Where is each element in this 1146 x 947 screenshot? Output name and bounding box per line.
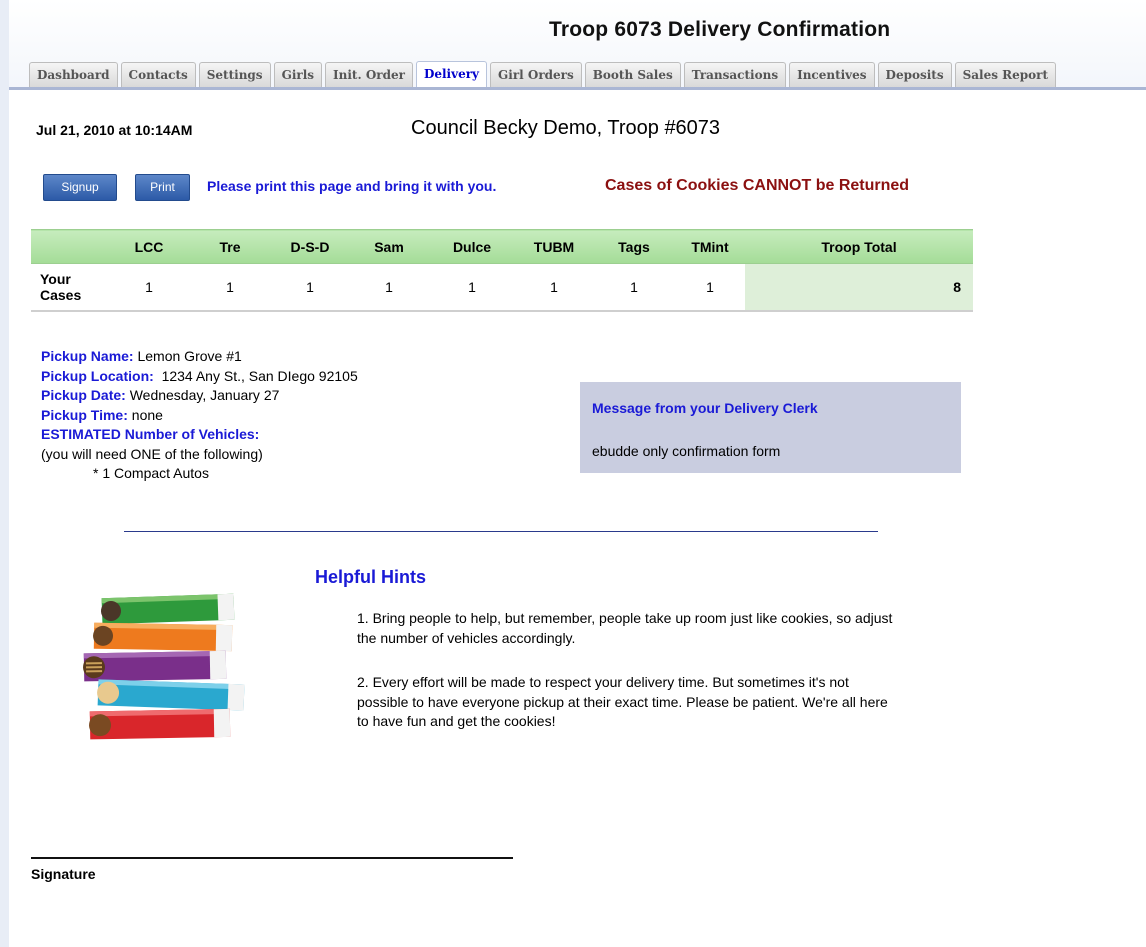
pickup-location-label: Pickup Location: (41, 367, 154, 384)
delivery-clerk-message: Message from your Delivery Clerk ebudde … (580, 382, 961, 473)
tab-girl-orders[interactable]: Girl Orders (490, 62, 582, 87)
vehicles-item: * 1 Compact Autos (93, 465, 209, 481)
row-label-line1: Your (40, 271, 71, 287)
tab-divider (9, 87, 1146, 90)
pickup-name-line: Pickup Name: Lemon Grove #1 (41, 347, 358, 367)
header-troop-total: Troop Total (745, 229, 973, 264)
left-edge-strip (0, 0, 9, 947)
pickup-location-value: 1234 Any St., San DIego 92105 (161, 367, 358, 384)
cell-tags: 1 (593, 263, 675, 312)
message-title: Message from your Delivery Clerk (592, 400, 818, 416)
header-sam: Sam (349, 229, 429, 264)
header-tubm: TUBM (515, 229, 593, 264)
tab-booth-sales[interactable]: Booth Sales (584, 62, 681, 87)
cell-dsd: 1 (271, 263, 349, 312)
cases-header-row: LCC Tre D-S-D Sam Dulce TUBM Tags TMint … (31, 229, 973, 264)
tab-contacts[interactable]: Contacts (120, 62, 196, 87)
page-title: Troop 6073 Delivery Confirmation (549, 18, 891, 41)
council-troop-heading: Council Becky Demo, Troop #6073 (411, 117, 721, 139)
helpful-hints-title: Helpful Hints (315, 567, 426, 587)
your-cases-row: Your Cases 1 1 1 1 1 1 1 1 8 (31, 263, 973, 312)
message-body: ebudde only confirmation form (592, 443, 781, 459)
print-button[interactable]: Print (135, 174, 190, 201)
hint-2: 2. Every effort will be made to respect … (357, 674, 888, 729)
no-returns-warning: Cases of Cookies CANNOT be Returned (605, 177, 910, 194)
header-blank (31, 229, 109, 264)
tab-transactions[interactable]: Transactions (683, 62, 787, 87)
cell-sam: 1 (349, 263, 429, 312)
pickup-date-value: Wednesday, January 27 (129, 387, 280, 403)
tab-dashboard[interactable]: Dashboard (29, 62, 118, 87)
pickup-date-line: Pickup Date: Wednesday, January 27 (41, 386, 358, 406)
header-dsd: D-S-D (271, 229, 349, 264)
hint-1: 1. Bring people to help, but remember, p… (357, 610, 893, 646)
cell-tre: 1 (189, 263, 271, 312)
pickup-time-value: none (131, 406, 163, 423)
row-label-line2: Cases (40, 287, 82, 303)
print-instruction: Please print this page and bring it with… (207, 178, 497, 194)
tab-bar: Dashboard Contacts Settings Girls Init. … (29, 61, 1059, 87)
tab-settings[interactable]: Settings (198, 62, 271, 87)
pickup-details: Pickup Name: Lemon Grove #1 Pickup Locat… (41, 347, 358, 484)
vehicles-line: ESTIMATED Number of Vehicles: (41, 425, 358, 445)
vehicles-label: ESTIMATED Number of Vehicles: (41, 426, 260, 442)
tab-incentives[interactable]: Incentives (789, 62, 875, 87)
tab-init-order[interactable]: Init. Order (325, 62, 413, 87)
cell-troop-total: 8 (745, 263, 973, 312)
pickup-name-label: Pickup Name: (41, 348, 134, 364)
cookie-boxes-image (83, 593, 245, 740)
header-tmint: TMint (675, 229, 745, 264)
signature-label: Signature (31, 866, 96, 882)
signup-button[interactable]: Signup (43, 174, 117, 201)
pickup-time-line: Pickup Time: none (41, 406, 358, 426)
header-lcc: LCC (109, 229, 189, 264)
pickup-date-label: Pickup Date: (41, 387, 126, 403)
cell-lcc: 1 (109, 263, 189, 312)
pickup-name-value: Lemon Grove #1 (137, 348, 242, 364)
header-tre: Tre (189, 229, 271, 264)
row-label: Your Cases (31, 263, 109, 312)
cases-table: LCC Tre D-S-D Sam Dulce TUBM Tags TMint … (31, 229, 973, 312)
header-dulce: Dulce (429, 229, 515, 264)
pickup-location-line: Pickup Location: 1234 Any St., San DIego… (41, 367, 358, 387)
cell-tmint: 1 (675, 263, 745, 312)
cell-tubm: 1 (515, 263, 593, 312)
signature-line (31, 857, 513, 859)
header-tags: Tags (593, 229, 675, 264)
order-datetime: Jul 21, 2010 at 10:14AM (36, 122, 193, 138)
tab-girls[interactable]: Girls (273, 62, 323, 87)
tab-delivery[interactable]: Delivery (415, 61, 488, 87)
cell-dulce: 1 (429, 263, 515, 312)
tab-sales-report[interactable]: Sales Report (954, 62, 1057, 87)
vehicles-note: (you will need ONE of the following) (41, 445, 263, 462)
section-divider (124, 531, 878, 532)
tab-deposits[interactable]: Deposits (877, 62, 952, 87)
pickup-time-label: Pickup Time: (41, 406, 128, 423)
